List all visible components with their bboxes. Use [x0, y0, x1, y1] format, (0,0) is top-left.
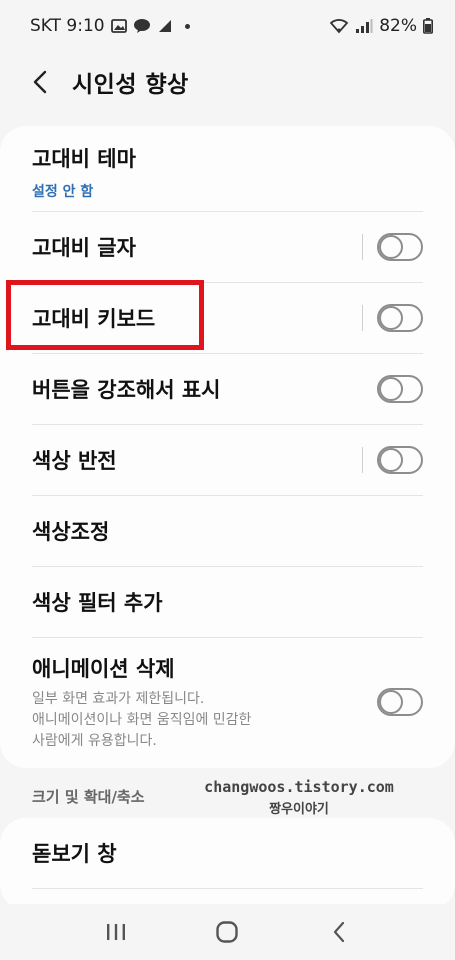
- divider: [362, 233, 363, 260]
- setting-description: 일부 화면 효과가 제한됩니다. 애니메이션이나 화면 움직임에 민감한 사람에…: [32, 689, 377, 752]
- setting-magnifier-window[interactable]: 돋보기 창: [0, 818, 455, 889]
- signal-icon: [355, 18, 373, 34]
- setting-title: 색상 필터 추가: [32, 590, 163, 615]
- setting-color-adjustment[interactable]: 색상조정: [0, 495, 455, 567]
- status-right: 82%: [329, 16, 433, 36]
- recent-apps-button[interactable]: [96, 912, 136, 952]
- back-arrow-icon: [33, 70, 47, 94]
- setting-button-shapes[interactable]: 버튼을 강조해서 표시: [0, 353, 455, 425]
- wifi-icon: [329, 18, 349, 34]
- notification-dot: [184, 23, 190, 29]
- back-button[interactable]: [28, 66, 52, 98]
- battery-icon: [423, 18, 433, 34]
- watermark: changwoos.tistory.com 짱우이야기: [200, 778, 398, 817]
- home-button[interactable]: [207, 912, 247, 952]
- back-nav-button[interactable]: [319, 912, 359, 952]
- battery-percent: 82%: [379, 16, 417, 36]
- description-line: 일부 화면 효과가 제한됩니다.: [32, 690, 205, 707]
- divider: [362, 304, 363, 331]
- carrier-time: SKT 9:10: [30, 16, 105, 36]
- setting-title: 색상조정: [32, 519, 110, 544]
- high-contrast-keyboard-toggle[interactable]: [377, 303, 423, 332]
- color-inversion-toggle[interactable]: [377, 445, 423, 474]
- recent-apps-icon: [106, 924, 125, 940]
- data-sync-icon: [157, 18, 173, 34]
- setting-title: 고대비 테마: [32, 146, 136, 171]
- back-nav-icon: [334, 921, 345, 943]
- status-bar: SKT 9:10 82%: [0, 0, 455, 52]
- divider: [362, 446, 363, 473]
- status-left: SKT 9:10: [30, 16, 196, 36]
- section-header: 크기 및 확대/축소: [32, 788, 145, 806]
- watermark-url: changwoos.tistory.com: [204, 778, 394, 796]
- setting-title: 고대비 글자: [32, 235, 136, 260]
- watermark-name: 짱우이야기: [269, 802, 329, 817]
- highlight-annotation: [6, 280, 204, 350]
- button-shapes-toggle[interactable]: [377, 374, 423, 403]
- setting-title: 애니메이션 삭제: [32, 656, 175, 681]
- setting-high-contrast-text[interactable]: 고대비 글자: [0, 211, 455, 283]
- gallery-icon: [110, 19, 127, 33]
- talk-icon: [133, 18, 151, 34]
- setting-color-inversion[interactable]: 색상 반전: [0, 424, 455, 496]
- setting-title: 색상 반전: [32, 448, 117, 473]
- remove-animations-toggle[interactable]: [377, 688, 423, 716]
- settings-card: 고대비 테마 설정 안 함 고대비 글자 고대비 키보드 버튼을 강조해서 표시: [0, 126, 455, 768]
- magnification-card: 돋보기 창: [0, 818, 455, 910]
- app-bar: 시인성 향상: [0, 52, 455, 112]
- page-title: 시인성 향상: [72, 72, 189, 98]
- screen: SKT 9:10 82% 시인성 향상 고대비 테마 설정 안 함 고대비 글자…: [0, 0, 455, 960]
- setting-title: 버튼을 강조해서 표시: [32, 377, 221, 402]
- high-contrast-text-toggle[interactable]: [377, 232, 423, 261]
- setting-high-contrast-theme[interactable]: 고대비 테마 설정 안 함: [0, 126, 455, 212]
- home-icon: [216, 921, 239, 943]
- setting-subtitle: 설정 안 함: [32, 183, 94, 200]
- setting-remove-animations[interactable]: 애니메이션 삭제 일부 화면 효과가 제한됩니다. 애니메이션이나 화면 움직임…: [0, 637, 455, 767]
- description-line: 애니메이션이나 화면 움직임에 민감한: [32, 711, 252, 728]
- description-line: 사람에게 유용합니다.: [32, 732, 157, 749]
- navigation-bar: [0, 904, 455, 960]
- setting-title: 돋보기 창: [32, 842, 117, 866]
- setting-color-filter[interactable]: 색상 필터 추가: [0, 566, 455, 638]
